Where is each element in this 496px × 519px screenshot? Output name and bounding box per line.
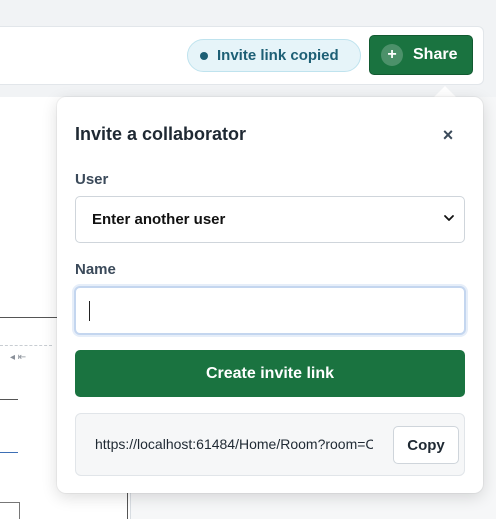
plus-icon: + [381, 44, 403, 66]
user-select[interactable]: Enter another user [75, 196, 465, 243]
divider-line [0, 452, 18, 453]
popover-arrow [434, 86, 456, 97]
status-badge: Invite link copied [187, 39, 361, 72]
create-invite-link-button[interactable]: Create invite link [75, 350, 465, 397]
chevron-down-icon [444, 215, 454, 221]
dialog-title: Invite a collaborator [75, 124, 247, 144]
share-button-label: Share [413, 46, 458, 63]
page-corner [0, 502, 20, 519]
divider-line [127, 493, 128, 519]
status-dot-icon [200, 51, 208, 60]
close-icon[interactable]: × [437, 124, 459, 146]
share-button[interactable]: + Share [369, 35, 473, 75]
invite-dialog: Invite a collaborator × User Enter anoth… [57, 97, 483, 493]
status-badge-label: Invite link copied [217, 47, 339, 64]
divider-line [0, 317, 57, 318]
guide-line [0, 345, 52, 346]
ruler-marker-icon: ◂ ⇤ [10, 352, 27, 363]
user-select-value: Enter another user [92, 211, 226, 228]
name-label: Name [75, 261, 116, 278]
copy-button[interactable]: Copy [393, 426, 459, 464]
invite-link-text[interactable]: https://localhost:61484/Home/Room?room=C [95, 436, 373, 452]
divider-line [0, 399, 18, 400]
invite-link-box: https://localhost:61484/Home/Room?room=C… [75, 413, 465, 476]
name-input[interactable] [74, 286, 466, 335]
text-caret [89, 301, 90, 321]
user-label: User [75, 171, 109, 188]
